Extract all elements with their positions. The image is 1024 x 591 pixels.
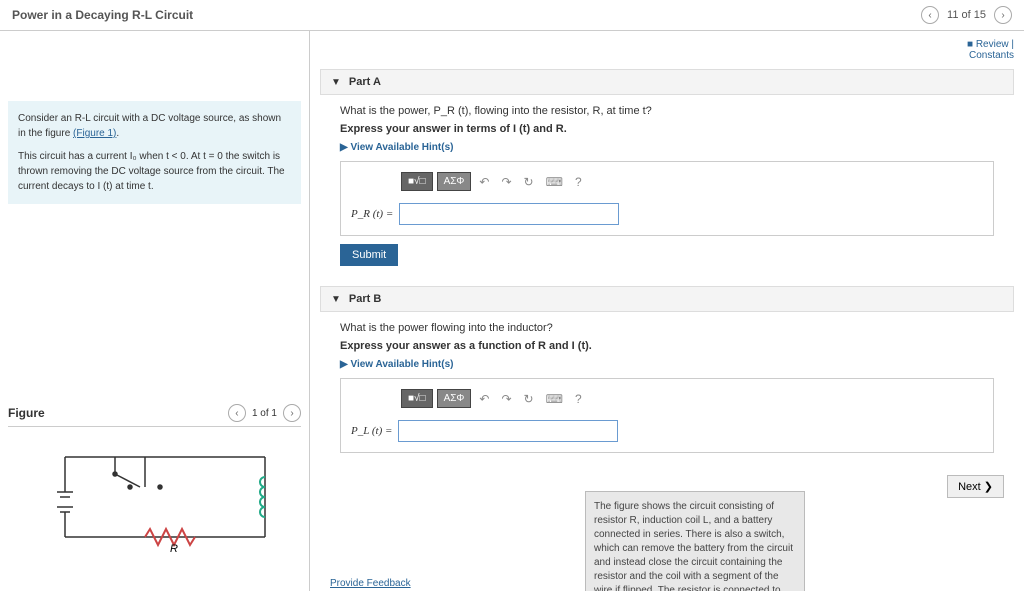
symbols-button[interactable]: ΑΣΦ xyxy=(437,389,472,408)
part-b-header[interactable]: ▼ Part B xyxy=(320,286,1014,312)
part-a-question: What is the power, P_R (t), flowing into… xyxy=(340,105,994,117)
top-links: ■ Review | Constants xyxy=(320,39,1014,61)
reset-icon[interactable]: ↻ xyxy=(520,175,538,189)
part-b-label: P_L (t) = xyxy=(351,425,392,437)
constants-link[interactable]: Constants xyxy=(969,50,1014,61)
help-icon[interactable]: ? xyxy=(571,392,586,406)
page-title: Power in a Decaying R-L Circuit xyxy=(12,8,193,22)
figure-tooltip: The figure shows the circuit consisting … xyxy=(585,491,805,591)
part-b-input-panel: ■√□ ΑΣΦ ↶ ↷ ↻ ⌨ ? P_L (t) = xyxy=(340,378,994,453)
figure-title: Figure xyxy=(8,406,45,420)
circuit-diagram: L R xyxy=(35,437,275,557)
figure-position: 1 of 1 xyxy=(252,408,277,419)
submit-button[interactable]: Submit xyxy=(340,244,398,266)
part-b-instruct: Express your answer as a function of R a… xyxy=(340,340,994,352)
reset-icon[interactable]: ↻ xyxy=(520,392,538,406)
prev-button[interactable]: ‹ xyxy=(921,6,939,24)
keyboard-icon[interactable]: ⌨ xyxy=(542,175,567,189)
part-a-input-panel: ■√□ ΑΣΦ ↶ ↷ ↻ ⌨ ? P_R (t) = xyxy=(340,161,994,236)
keyboard-icon[interactable]: ⌨ xyxy=(542,392,567,406)
feedback-link[interactable]: Provide Feedback xyxy=(330,578,411,589)
part-b-question: What is the power flowing into the induc… xyxy=(340,322,994,334)
part-b-input[interactable] xyxy=(398,420,618,442)
position-indicator: 11 of 15 xyxy=(947,9,986,21)
caret-down-icon: ▼ xyxy=(331,294,341,305)
header-nav: ‹ 11 of 15 › xyxy=(921,6,1012,24)
next-page-button[interactable]: Next ❯ xyxy=(947,475,1004,498)
help-icon[interactable]: ? xyxy=(571,175,586,189)
figure-link[interactable]: (Figure 1) xyxy=(73,128,116,139)
figure-prev[interactable]: ‹ xyxy=(228,404,246,422)
symbols-button[interactable]: ΑΣΦ xyxy=(437,172,472,191)
caret-down-icon: ▼ xyxy=(331,77,341,88)
part-b-hints[interactable]: ▶ View Available Hint(s) xyxy=(340,359,453,370)
redo-icon[interactable]: ↷ xyxy=(497,392,515,406)
figure-next[interactable]: › xyxy=(283,404,301,422)
undo-icon[interactable]: ↶ xyxy=(475,392,493,406)
part-a-instruct: Express your answer in terms of I (t) an… xyxy=(340,123,994,135)
undo-icon[interactable]: ↶ xyxy=(475,175,493,189)
problem-info: Consider an R-L circuit with a DC voltag… xyxy=(8,101,301,204)
part-a-hints[interactable]: ▶ View Available Hint(s) xyxy=(340,142,453,153)
part-a-label: P_R (t) = xyxy=(351,208,393,220)
part-a-header[interactable]: ▼ Part A xyxy=(320,69,1014,95)
part-a-input[interactable] xyxy=(399,203,619,225)
review-link[interactable]: Review xyxy=(976,39,1009,50)
template-button[interactable]: ■√□ xyxy=(401,172,433,191)
template-button[interactable]: ■√□ xyxy=(401,389,433,408)
next-button[interactable]: › xyxy=(994,6,1012,24)
redo-icon[interactable]: ↷ xyxy=(497,175,515,189)
svg-text:R: R xyxy=(170,543,178,555)
